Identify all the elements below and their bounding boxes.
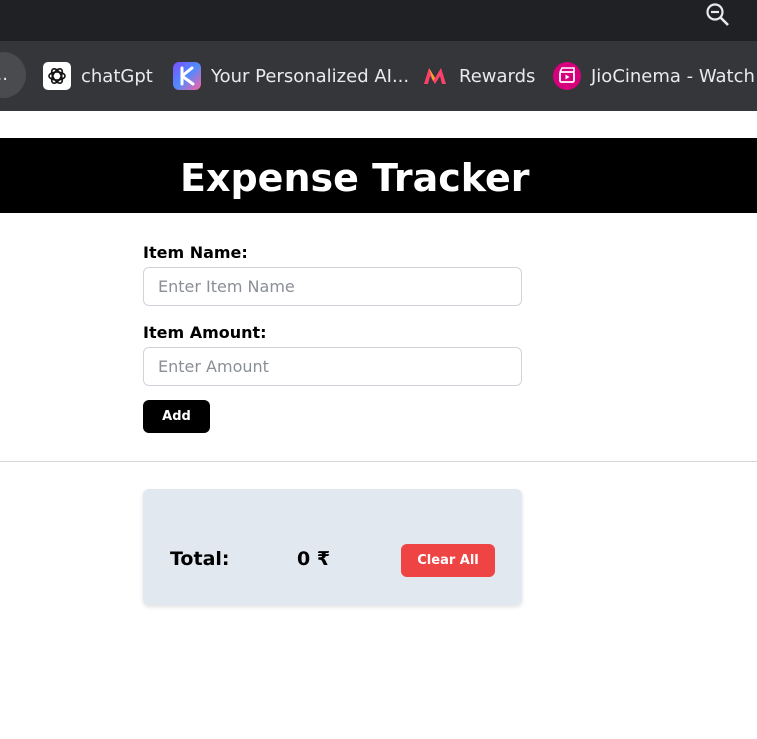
- total-label: Total:: [170, 548, 230, 570]
- page-title: Expense Tracker: [180, 156, 530, 200]
- bookmark-personalized-ai[interactable]: Your Personalized AI...: [173, 62, 409, 90]
- bookmark-label: Rewards: [459, 65, 536, 87]
- bookmarks-bar: ... chatGpt Your Personalized AI..: [0, 41, 757, 111]
- clear-all-button[interactable]: Clear All: [401, 544, 495, 577]
- divider: [0, 461, 757, 462]
- openai-icon: [43, 62, 71, 90]
- bookmark-label: chatGpt: [81, 65, 153, 87]
- bookmark-partial[interactable]: ...: [0, 52, 26, 98]
- total-value: 0 ₹: [297, 548, 331, 570]
- bookmark-chatgpt[interactable]: chatGpt: [43, 62, 153, 90]
- myntra-icon: [424, 68, 446, 84]
- bookmark-label: Your Personalized AI...: [211, 65, 410, 87]
- item-name-label: Item Name:: [143, 243, 248, 262]
- bookmark-jiocinema[interactable]: JioCinema - Watch S: [553, 62, 757, 90]
- add-button[interactable]: Add: [143, 400, 210, 433]
- item-name-input[interactable]: [143, 267, 522, 306]
- ai-assistant-icon: [173, 62, 201, 90]
- bookmark-label: JioCinema - Watch S: [591, 65, 757, 87]
- browser-top-bar: [0, 0, 757, 41]
- zoom-out-icon[interactable]: [705, 1, 731, 27]
- jiocinema-icon: [553, 62, 581, 90]
- item-amount-input[interactable]: [143, 347, 522, 386]
- bookmark-rewards[interactable]: Rewards: [421, 62, 535, 90]
- item-amount-label: Item Amount:: [143, 323, 267, 342]
